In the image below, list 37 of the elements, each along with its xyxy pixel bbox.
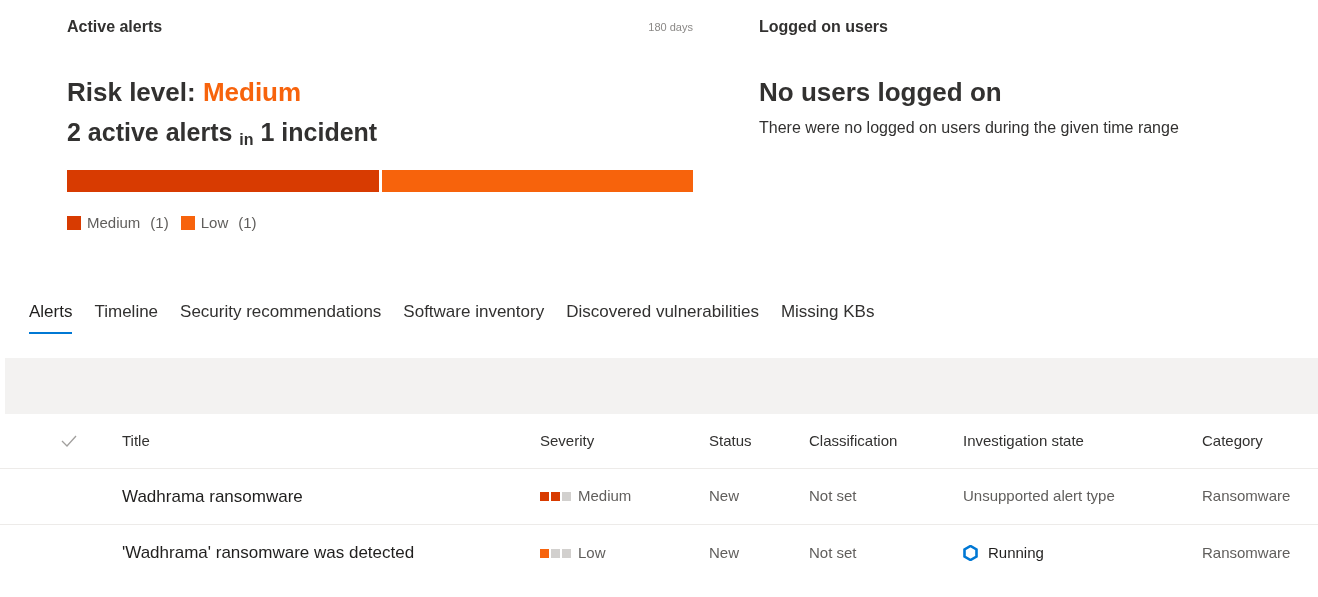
legend-label: Medium [87, 213, 141, 233]
alert-title[interactable]: 'Wadhrama' ransomware was detected [122, 540, 540, 566]
category-cell-text: Ransomware [1202, 486, 1292, 507]
column-header[interactable]: Severity [540, 429, 709, 453]
check-icon[interactable] [61, 435, 77, 447]
tab[interactable]: Software inventory [403, 298, 545, 334]
severity-label: Medium [578, 486, 632, 507]
legend-count: (1) [238, 213, 257, 233]
investigation-cell-text: Running [988, 542, 1044, 563]
users-heading: No users logged on [759, 76, 1003, 108]
hexagon-icon [963, 545, 978, 561]
column-header[interactable]: Status [709, 429, 809, 453]
severity-label: Low [578, 542, 606, 563]
tab[interactable]: Alerts [29, 298, 73, 334]
users-message: There were no logged on users during the given time range [759, 118, 1179, 138]
column-header[interactable]: Investigation state [963, 429, 1202, 453]
column-header[interactable]: Classification [809, 429, 963, 453]
legend-count: (1) [150, 213, 169, 233]
legend-label: Low [200, 213, 229, 233]
status-cell-text: New [709, 542, 740, 563]
tab[interactable]: Missing KBs [780, 298, 875, 334]
tab[interactable]: Discovered vulnerabilities [566, 298, 759, 334]
classification-cell-text: Not set [809, 486, 858, 507]
alert-summary: 2 active alerts $_{in}$ 1 incident [67, 117, 379, 148]
column-header[interactable]: Title [122, 429, 540, 453]
status-cell-text: New [709, 486, 740, 507]
period-label: 180 days [648, 19, 693, 35]
panel-title: Logged on users [759, 17, 889, 37]
column-header[interactable]: Category [1202, 429, 1318, 453]
tab[interactable]: Security recommendations [180, 298, 382, 334]
category-cell-text: Ransomware [1202, 542, 1292, 563]
classification-cell-text: Not set [809, 542, 858, 563]
alert-title[interactable]: Wadhrama ransomware [122, 483, 540, 510]
risk-level: Risk level: Medium [67, 76, 303, 108]
investigation-cell-text: Unsupported alert type [963, 486, 1115, 507]
panel-title: Active alerts [67, 17, 163, 37]
tab[interactable]: Timeline [94, 298, 159, 334]
